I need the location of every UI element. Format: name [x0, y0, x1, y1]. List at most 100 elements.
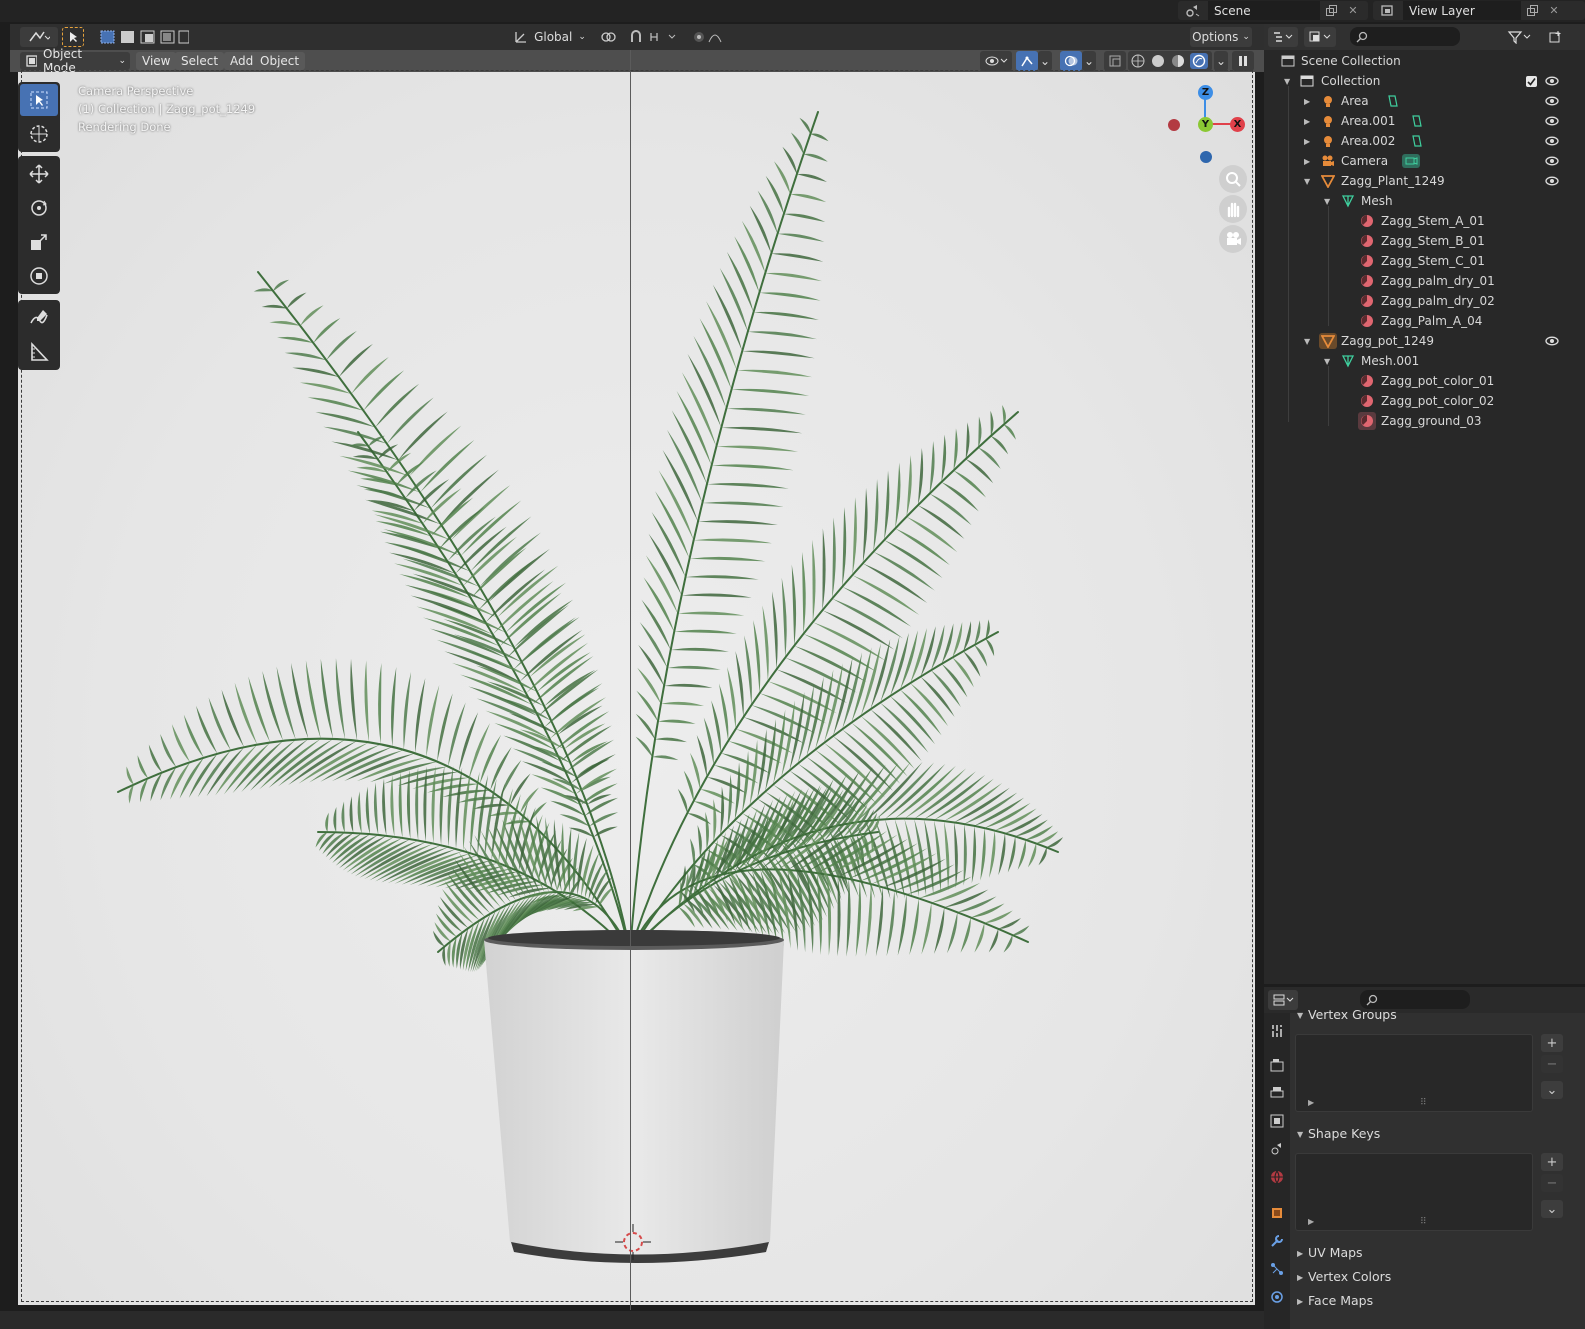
outliner-material-row[interactable]: Zagg_ground_03	[1264, 411, 1585, 431]
outliner-material-row[interactable]: Zagg_Palm_A_04	[1264, 311, 1585, 331]
overlays-dropdown-icon[interactable]: ⌄	[1082, 51, 1096, 71]
properties-editor-type-icon[interactable]	[1268, 990, 1298, 1010]
vertex-groups-arrow-icon[interactable]: ▼	[1297, 1011, 1303, 1020]
outliner-material-row[interactable]: Zagg_palm_dry_02	[1264, 291, 1585, 311]
proportional-editing-group[interactable]	[692, 27, 738, 47]
xray-toggle-icon[interactable]	[1104, 51, 1126, 71]
visibility-eye-icon[interactable]	[1545, 154, 1559, 168]
outliner-item-area[interactable]: ▶ Area	[1264, 91, 1585, 111]
outliner-editor-type-icon[interactable]	[1268, 27, 1298, 47]
outliner-item-mesh-001[interactable]: ▼ Mesh.001	[1264, 351, 1585, 371]
pan-hand-icon[interactable]	[1219, 195, 1247, 223]
display-mode-icon[interactable]	[1304, 27, 1336, 47]
selection-mode-group[interactable]	[98, 27, 190, 47]
menu-select[interactable]: Select	[175, 52, 225, 70]
view-layer-selector[interactable]: View Layer ✕	[1373, 1, 1585, 20]
outliner-item-area-002[interactable]: ▶ Area.002	[1264, 131, 1585, 151]
visibility-eye-icon[interactable]	[1545, 134, 1559, 148]
view-layer-name-field[interactable]: View Layer	[1403, 1, 1521, 20]
uv-maps-title[interactable]: UV Maps	[1308, 1245, 1363, 1260]
expand-arrow-icon[interactable]: ▶	[1304, 157, 1310, 166]
expand-arrow-icon[interactable]: ▼	[1284, 77, 1290, 86]
shape-keys-list[interactable]: ▶ ⠿	[1295, 1153, 1533, 1231]
close-scene-icon[interactable]: ✕	[1342, 1, 1364, 20]
visibility-dropdown[interactable]	[980, 51, 1012, 71]
gizmo-z-axis[interactable]: Z	[1198, 85, 1213, 100]
visibility-eye-icon[interactable]	[1545, 74, 1559, 88]
scene-name-field[interactable]: Scene	[1208, 1, 1320, 20]
vertex-groups-title[interactable]: Vertex Groups	[1308, 1007, 1397, 1022]
gizmo-neg-x-axis[interactable]	[1168, 119, 1180, 131]
outliner-material-row[interactable]: Zagg_Stem_C_01	[1264, 251, 1585, 271]
select-box-tool[interactable]	[20, 84, 58, 116]
add-vertex-group-button[interactable]: +	[1541, 1034, 1563, 1052]
list-expand-icon[interactable]: ▶	[1308, 1217, 1314, 1226]
outliner-material-row[interactable]: Zagg_Stem_A_01	[1264, 211, 1585, 231]
collapse-arrow-icon[interactable]: ▼	[1304, 337, 1310, 346]
outliner-search-input[interactable]	[1350, 27, 1460, 46]
world-properties-tab[interactable]	[1267, 1167, 1287, 1187]
outliner-material-row[interactable]: Zagg_palm_dry_01	[1264, 271, 1585, 291]
expand-arrow-icon[interactable]: ▶	[1304, 117, 1310, 126]
pivot-point-icon[interactable]	[594, 27, 624, 47]
gizmo-dropdown-icon[interactable]: ⌄	[1038, 51, 1052, 71]
gizmo-toggle-icon[interactable]	[1016, 51, 1038, 71]
physics-properties-tab[interactable]	[1267, 1287, 1287, 1307]
particle-properties-tab[interactable]	[1267, 1259, 1287, 1279]
visibility-eye-icon[interactable]	[1545, 334, 1559, 348]
outliner-material-row[interactable]: Zagg_Stem_B_01	[1264, 231, 1585, 251]
uv-maps-arrow-icon[interactable]: ▶	[1297, 1249, 1303, 1258]
vertex-colors-title[interactable]: Vertex Colors	[1308, 1269, 1391, 1284]
expand-arrow-icon[interactable]: ▶	[1304, 97, 1310, 106]
collapse-arrow-icon[interactable]: ▼	[1324, 197, 1330, 206]
vertex-group-specials-button[interactable]: ⌄	[1541, 1081, 1563, 1099]
list-resize-grip-icon[interactable]: ⠿	[1420, 1098, 1427, 1108]
outliner-item-plant[interactable]: ▼ Zagg_Plant_1249	[1264, 171, 1585, 191]
zoom-icon[interactable]	[1219, 165, 1247, 193]
options-dropdown[interactable]: Options ⌄	[1190, 27, 1252, 47]
modifier-properties-tab[interactable]	[1267, 1231, 1287, 1251]
visibility-eye-icon[interactable]	[1545, 174, 1559, 188]
snapping-group[interactable]	[628, 27, 686, 47]
move-tool[interactable]	[20, 158, 58, 190]
gizmo-neg-z-axis[interactable]	[1200, 151, 1212, 163]
menu-view[interactable]: View	[136, 52, 177, 70]
cursor-tool[interactable]	[20, 118, 58, 150]
render-properties-tab[interactable]	[1267, 1055, 1287, 1075]
measure-tool[interactable]	[20, 336, 58, 368]
rotate-tool[interactable]	[20, 192, 58, 224]
remove-shape-key-button[interactable]: −	[1541, 1174, 1563, 1192]
outliner-item-mesh[interactable]: ▼ Mesh	[1264, 191, 1585, 211]
face-maps-title[interactable]: Face Maps	[1308, 1293, 1373, 1308]
shading-mode-group[interactable]	[1128, 51, 1212, 71]
scale-tool[interactable]	[20, 226, 58, 258]
select-tool-icon[interactable]	[62, 27, 84, 47]
list-expand-icon[interactable]: ▶	[1308, 1098, 1314, 1107]
new-view-layer-icon[interactable]	[1521, 1, 1543, 20]
tool-properties-tab[interactable]	[1267, 1021, 1287, 1041]
close-view-layer-icon[interactable]: ✕	[1543, 1, 1565, 20]
outliner-item-pot[interactable]: ▼ Zagg_pot_1249	[1264, 331, 1585, 351]
remove-vertex-group-button[interactable]: −	[1541, 1055, 1563, 1073]
annotate-tool[interactable]	[20, 302, 58, 334]
filter-icon[interactable]	[1504, 27, 1534, 47]
gizmo-y-axis[interactable]: Y	[1198, 117, 1213, 132]
scene-properties-tab[interactable]	[1267, 1139, 1287, 1159]
overlays-toggle-icon[interactable]	[1060, 51, 1082, 71]
camera-view-icon[interactable]	[1219, 225, 1247, 253]
view-layer-properties-tab[interactable]	[1267, 1111, 1287, 1131]
visibility-eye-icon[interactable]	[1545, 114, 1559, 128]
shape-keys-arrow-icon[interactable]: ▼	[1297, 1130, 1303, 1139]
menu-object[interactable]: Object	[254, 52, 306, 70]
collapse-arrow-icon[interactable]: ▼	[1304, 177, 1310, 186]
collapse-arrow-icon[interactable]: ▼	[1324, 357, 1330, 366]
outliner-item-camera[interactable]: ▶ Camera	[1264, 151, 1585, 171]
shape-key-specials-button[interactable]: ⌄	[1541, 1200, 1563, 1218]
collection-checkbox[interactable]	[1526, 75, 1537, 87]
transform-tool[interactable]	[20, 260, 58, 292]
visibility-eye-icon[interactable]	[1545, 94, 1559, 108]
expand-arrow-icon[interactable]: ▶	[1304, 137, 1310, 146]
face-maps-arrow-icon[interactable]: ▶	[1297, 1297, 1303, 1306]
outliner-collection[interactable]: ▼ Collection	[1264, 71, 1585, 91]
outliner-scene-collection[interactable]: Scene Collection	[1264, 51, 1585, 71]
